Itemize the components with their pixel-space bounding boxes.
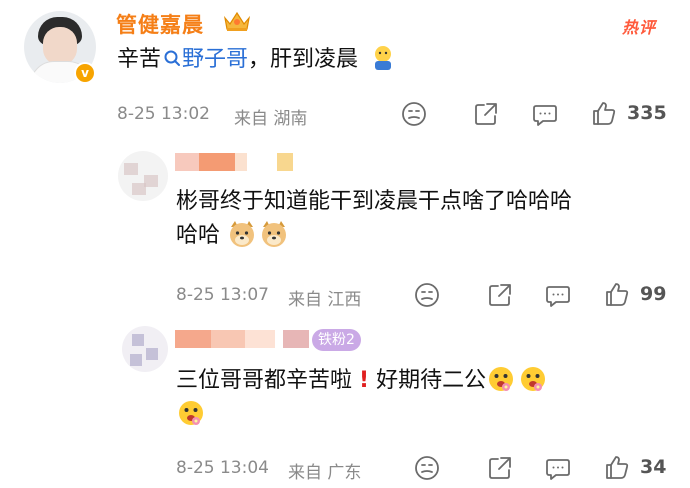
reply-2-location: 来自 广东 bbox=[288, 463, 362, 483]
flower-emoji bbox=[521, 367, 546, 391]
reply-1-like-count: 99 bbox=[640, 283, 667, 305]
share-icon[interactable] bbox=[486, 281, 514, 309]
reply-1-location: 来自 江西 bbox=[288, 290, 362, 310]
comment-timestamp: 8-25 13:02 bbox=[117, 104, 210, 124]
username[interactable]: 管健嘉晨 bbox=[116, 9, 204, 39]
dislike-icon[interactable] bbox=[400, 100, 428, 128]
comment-text: 辛苦 野子哥，肝到凌晨 bbox=[117, 44, 397, 76]
reply-2-text: 三位哥哥都辛苦啦 ! 好期待二公 bbox=[176, 364, 676, 432]
reply-1-text: 彬哥终于知道能干到凌晨干点啥了哈哈哈 哈哈 bbox=[176, 185, 676, 253]
avatar-reply-1[interactable] bbox=[118, 151, 168, 201]
search-icon bbox=[164, 50, 181, 66]
crown-icon bbox=[224, 11, 250, 31]
fan-level-badge: 铁粉2 bbox=[312, 329, 361, 351]
reply-username-blurred[interactable] bbox=[175, 330, 310, 352]
exclamation-emoji: ! bbox=[359, 368, 370, 393]
reply-2-text-end: 好期待二公 bbox=[376, 368, 487, 393]
flower-emoji bbox=[489, 367, 514, 391]
like-icon[interactable] bbox=[603, 280, 631, 308]
dislike-icon[interactable] bbox=[413, 454, 441, 482]
comment-icon[interactable] bbox=[531, 100, 559, 128]
like-icon[interactable] bbox=[603, 453, 631, 481]
reply-1-line-2-text: 哈哈 bbox=[176, 223, 221, 248]
dislike-icon[interactable] bbox=[413, 281, 441, 309]
comment-text-prefix: 辛苦 bbox=[117, 47, 162, 72]
comment-icon[interactable] bbox=[544, 454, 572, 482]
share-icon[interactable] bbox=[486, 454, 514, 482]
comment-text-suffix: ，肝到凌晨 bbox=[248, 47, 359, 72]
reply-1-line-1: 彬哥终于知道能干到凌晨干点啥了哈哈哈 bbox=[176, 189, 573, 214]
flower-emoji bbox=[179, 401, 203, 425]
doge-emoji bbox=[230, 221, 255, 247]
hot-comment-tag: 热评 bbox=[622, 18, 657, 37]
reply-2-timestamp: 8-25 13:04 bbox=[176, 458, 269, 478]
like-count: 335 bbox=[627, 102, 667, 124]
reply-username-blurred[interactable] bbox=[175, 153, 305, 175]
reply-2-like-count: 34 bbox=[640, 456, 667, 478]
comment-location: 来自 湖南 bbox=[234, 109, 308, 129]
reply-1-timestamp: 8-25 13:07 bbox=[176, 285, 269, 305]
reply-2-text-start: 三位哥哥都辛苦啦 bbox=[176, 368, 353, 393]
mention-link[interactable]: 野子哥 bbox=[182, 47, 248, 72]
reply-2-line-1: 三位哥哥都辛苦啦 ! 好期待二公 bbox=[176, 364, 676, 398]
avatar-reply-2[interactable] bbox=[122, 326, 168, 372]
like-icon[interactable] bbox=[590, 99, 618, 127]
comment-icon[interactable] bbox=[544, 281, 572, 309]
worker-emoji bbox=[375, 46, 392, 70]
share-icon[interactable] bbox=[472, 100, 500, 128]
doge-emoji bbox=[262, 221, 287, 247]
verified-badge-icon: v bbox=[74, 62, 96, 84]
reply-2-line-2 bbox=[176, 398, 676, 432]
reply-1-line-2: 哈哈 bbox=[176, 219, 676, 253]
